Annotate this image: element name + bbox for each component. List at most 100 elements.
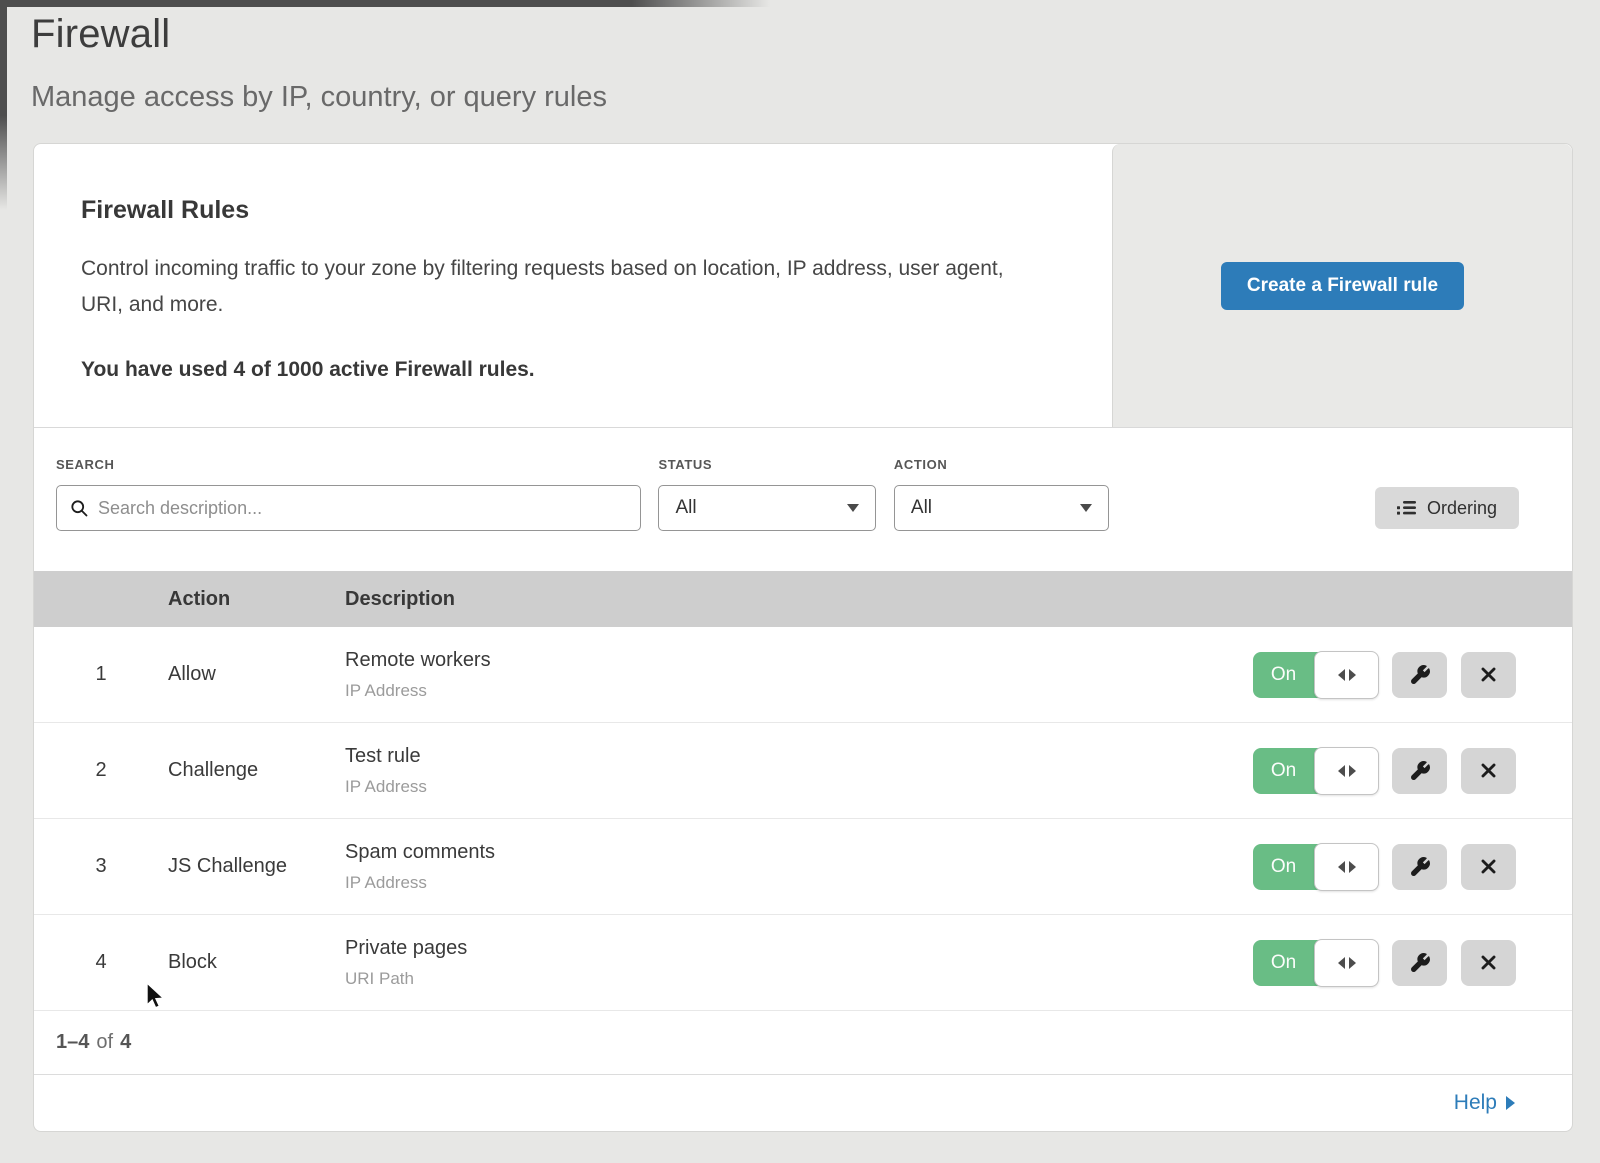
rule-enabled-toggle[interactable]: On — [1253, 940, 1378, 986]
intro-section: Firewall Rules Control incoming traffic … — [34, 144, 1572, 428]
wrench-icon — [1409, 952, 1431, 974]
firewall-rules-card: Firewall Rules Control incoming traffic … — [33, 143, 1573, 1132]
page-title: Firewall — [31, 12, 1600, 57]
create-firewall-rule-button[interactable]: Create a Firewall rule — [1221, 262, 1464, 310]
rule-match-type: IP Address — [345, 777, 1253, 797]
rule-match-type: IP Address — [345, 681, 1253, 701]
edit-rule-button[interactable] — [1392, 652, 1447, 698]
action-selected-value: All — [911, 497, 932, 519]
intro-text-block: Firewall Rules Control incoming traffic … — [34, 144, 1112, 427]
rule-priority: 3 — [34, 855, 168, 878]
rule-action: Block — [168, 951, 345, 974]
pagination-total: 4 — [120, 1031, 131, 1054]
table-row: 3 JS Challenge Spam comments IP Address … — [34, 819, 1572, 915]
ordered-list-icon — [1397, 500, 1416, 516]
close-icon — [1479, 761, 1498, 780]
arrow-right-icon — [1349, 669, 1356, 681]
arrow-left-icon — [1338, 957, 1345, 969]
rule-action: Allow — [168, 663, 345, 686]
delete-rule-button[interactable] — [1461, 652, 1516, 698]
rule-controls: On — [1253, 748, 1572, 794]
search-filter-group: SEARCH — [56, 457, 641, 531]
rule-priority: 1 — [34, 663, 168, 686]
toggle-knob[interactable] — [1314, 651, 1379, 699]
rule-controls: On — [1253, 652, 1572, 698]
wrench-icon — [1409, 760, 1431, 782]
search-icon — [69, 498, 89, 518]
ordering-button-label: Ordering — [1427, 498, 1497, 519]
rule-description-cell: Spam comments IP Address — [345, 841, 1253, 893]
page-subtitle: Manage access by IP, country, or query r… — [31, 81, 1600, 114]
close-icon — [1479, 857, 1498, 876]
rule-action: JS Challenge — [168, 855, 345, 878]
help-bar: Help — [34, 1075, 1572, 1131]
action-filter-group: ACTION All — [894, 457, 1109, 531]
toggle-knob[interactable] — [1314, 747, 1379, 795]
action-label: ACTION — [894, 457, 1109, 472]
rule-match-type: IP Address — [345, 873, 1253, 893]
rule-priority: 2 — [34, 759, 168, 782]
status-filter-group: STATUS All — [658, 457, 876, 531]
page-header: Firewall Manage access by IP, country, o… — [0, 0, 1600, 114]
rule-description: Spam comments — [345, 841, 1253, 864]
toggle-on-label: On — [1253, 652, 1314, 698]
arrow-right-icon — [1349, 957, 1356, 969]
delete-rule-button[interactable] — [1461, 940, 1516, 986]
description-column-header: Description — [345, 588, 1572, 611]
usage-note: You have used 4 of 1000 active Firewall … — [81, 358, 1072, 382]
status-select[interactable]: All — [658, 485, 876, 531]
arrow-right-icon — [1349, 861, 1356, 873]
help-label: Help — [1454, 1091, 1497, 1115]
rule-action: Challenge — [168, 759, 345, 782]
arrow-right-icon — [1349, 765, 1356, 777]
search-input[interactable] — [98, 498, 628, 519]
create-rule-panel: Create a Firewall rule — [1112, 144, 1572, 427]
rule-enabled-toggle[interactable]: On — [1253, 844, 1378, 890]
help-link[interactable]: Help — [1454, 1091, 1515, 1115]
toggle-on-label: On — [1253, 940, 1314, 986]
wrench-icon — [1409, 664, 1431, 686]
table-row: 4 Block Private pages URI Path On — [34, 915, 1572, 1011]
search-label: SEARCH — [56, 457, 641, 472]
rule-description-cell: Test rule IP Address — [345, 745, 1253, 797]
rule-enabled-toggle[interactable]: On — [1253, 652, 1378, 698]
rule-controls: On — [1253, 940, 1572, 986]
table-row: 1 Allow Remote workers IP Address On — [34, 627, 1572, 723]
card-description: Control incoming traffic to your zone by… — [81, 251, 1041, 323]
delete-rule-button[interactable] — [1461, 748, 1516, 794]
toggle-on-label: On — [1253, 844, 1314, 890]
filters-section: SEARCH STATUS All ACTION All — [34, 428, 1572, 571]
rule-description-cell: Remote workers IP Address — [345, 649, 1253, 701]
screen-edge-top — [0, 0, 770, 7]
status-label: STATUS — [658, 457, 876, 472]
ordering-button[interactable]: Ordering — [1375, 487, 1519, 529]
close-icon — [1479, 953, 1498, 972]
rule-description: Test rule — [345, 745, 1253, 768]
edit-rule-button[interactable] — [1392, 844, 1447, 890]
rule-controls: On — [1253, 844, 1572, 890]
action-column-header: Action — [168, 588, 345, 611]
screen-edge-left — [0, 0, 7, 210]
chevron-down-icon — [1080, 504, 1092, 512]
search-box[interactable] — [56, 485, 641, 531]
action-select[interactable]: All — [894, 485, 1109, 531]
card-heading: Firewall Rules — [81, 196, 1072, 225]
rule-enabled-toggle[interactable]: On — [1253, 748, 1378, 794]
toggle-knob[interactable] — [1314, 939, 1379, 987]
pagination-of: of — [96, 1031, 113, 1054]
arrow-left-icon — [1338, 669, 1345, 681]
delete-rule-button[interactable] — [1461, 844, 1516, 890]
rule-description-cell: Private pages URI Path — [345, 937, 1253, 989]
mouse-cursor — [146, 982, 168, 1012]
pagination-bar: 1–4 of 4 — [34, 1011, 1572, 1075]
edit-rule-button[interactable] — [1392, 940, 1447, 986]
table-header: Action Description — [34, 571, 1572, 627]
edit-rule-button[interactable] — [1392, 748, 1447, 794]
rule-description: Remote workers — [345, 649, 1253, 672]
caret-right-icon — [1506, 1096, 1515, 1110]
status-selected-value: All — [675, 497, 696, 519]
rule-description: Private pages — [345, 937, 1253, 960]
chevron-down-icon — [847, 504, 859, 512]
pagination-range: 1–4 — [56, 1031, 89, 1054]
toggle-knob[interactable] — [1314, 843, 1379, 891]
